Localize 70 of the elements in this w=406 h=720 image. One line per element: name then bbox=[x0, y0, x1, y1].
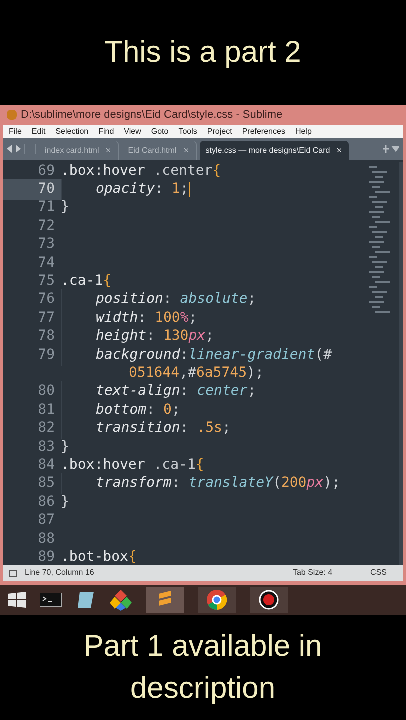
tab-size[interactable]: Tab Size: 4 bbox=[292, 567, 333, 579]
code-text: .ca-1{ bbox=[61, 272, 112, 292]
code-text: text-align: center; bbox=[61, 381, 256, 402]
window-title: D:\sublime\more designs\Eid Card\style.css - Sublime bbox=[21, 108, 283, 123]
panel-icon[interactable] bbox=[9, 570, 17, 576]
code-text: 051644,#6a5745); bbox=[128, 364, 264, 383]
notebook-icon[interactable] bbox=[76, 590, 96, 610]
menu-item[interactable]: Goto bbox=[151, 126, 169, 138]
menu-item[interactable]: Selection bbox=[56, 126, 89, 138]
line-number: 78 bbox=[37, 327, 56, 346]
scrollbar[interactable] bbox=[399, 162, 403, 565]
code-text: .box:hover .ca-1{ bbox=[61, 456, 204, 475]
line-number: 86 bbox=[37, 492, 56, 512]
menu-item[interactable]: Preferences bbox=[242, 126, 286, 138]
menu-item[interactable]: Project bbox=[207, 126, 232, 138]
taskbar-item[interactable] bbox=[250, 587, 288, 613]
code-text: } bbox=[61, 492, 70, 512]
line-number: 81 bbox=[37, 400, 56, 420]
line-number: 71 bbox=[37, 198, 56, 218]
menu-item[interactable]: Edit bbox=[32, 126, 46, 138]
record-icon bbox=[259, 590, 279, 610]
line-number: 84 bbox=[37, 456, 56, 475]
line-number: 82 bbox=[37, 419, 56, 438]
line-number: 75 bbox=[37, 272, 56, 292]
line-number: 89 bbox=[37, 548, 56, 565]
colorful-blocks-icon[interactable] bbox=[110, 589, 132, 611]
add-tab-icon[interactable] bbox=[383, 144, 399, 154]
line-number: 73 bbox=[37, 235, 56, 254]
line-number: 72 bbox=[37, 216, 56, 236]
app-icon bbox=[7, 110, 17, 120]
menu-item[interactable]: Tools bbox=[178, 126, 198, 138]
code-text: .box:hover .center{ bbox=[61, 162, 222, 181]
menu-item[interactable]: Help bbox=[295, 126, 312, 138]
taskbar-item[interactable] bbox=[198, 587, 236, 613]
syntax-label[interactable]: CSS bbox=[370, 567, 387, 579]
code-text: position: absolute; bbox=[61, 289, 256, 310]
code-text: bottom: 0; bbox=[61, 400, 180, 421]
tab-arrows-icon[interactable] bbox=[7, 145, 21, 153]
menu-item[interactable]: Find bbox=[98, 126, 114, 138]
line-number: 80 bbox=[37, 382, 56, 402]
line-number: 79 bbox=[37, 346, 56, 365]
code-text: .bot-box{ bbox=[61, 548, 137, 565]
terminal-icon[interactable] bbox=[40, 593, 62, 607]
line-number: 85 bbox=[37, 474, 56, 494]
line-number: 83 bbox=[37, 438, 56, 457]
code-text: transform: translateY(200px); bbox=[61, 473, 340, 494]
cursor-position: Line 70, Column 16 bbox=[25, 567, 94, 579]
line-number: 74 bbox=[37, 254, 56, 273]
grip-icon bbox=[24, 144, 36, 154]
line-number: 88 bbox=[37, 530, 56, 549]
line-number: 70 bbox=[3, 179, 61, 200]
line-number: 69 bbox=[37, 162, 56, 181]
code-text: transition: .5s; bbox=[61, 418, 231, 440]
code-text: height: 130px; bbox=[61, 326, 214, 348]
chrome-icon bbox=[207, 590, 227, 610]
sublime-icon bbox=[158, 591, 172, 609]
code-text: } bbox=[61, 438, 70, 457]
code-text: opacity: 1; bbox=[61, 179, 190, 200]
line-number: 87 bbox=[37, 511, 56, 530]
windows-icon[interactable] bbox=[8, 592, 26, 608]
code-text: background:linear-gradient(# bbox=[61, 344, 332, 366]
code-text: width: 100%; bbox=[61, 308, 198, 329]
line-number: 77 bbox=[37, 308, 56, 328]
tab[interactable]: style.css — more designs\Eid Card bbox=[200, 141, 350, 160]
line-number: 76 bbox=[37, 290, 56, 310]
menu-item[interactable]: File bbox=[9, 126, 22, 138]
caption: Part 1 available in description bbox=[82, 628, 324, 706]
code-text: } bbox=[61, 198, 70, 218]
menu-item[interactable]: View bbox=[124, 126, 142, 138]
caption: This is a part 2 bbox=[104, 35, 302, 71]
